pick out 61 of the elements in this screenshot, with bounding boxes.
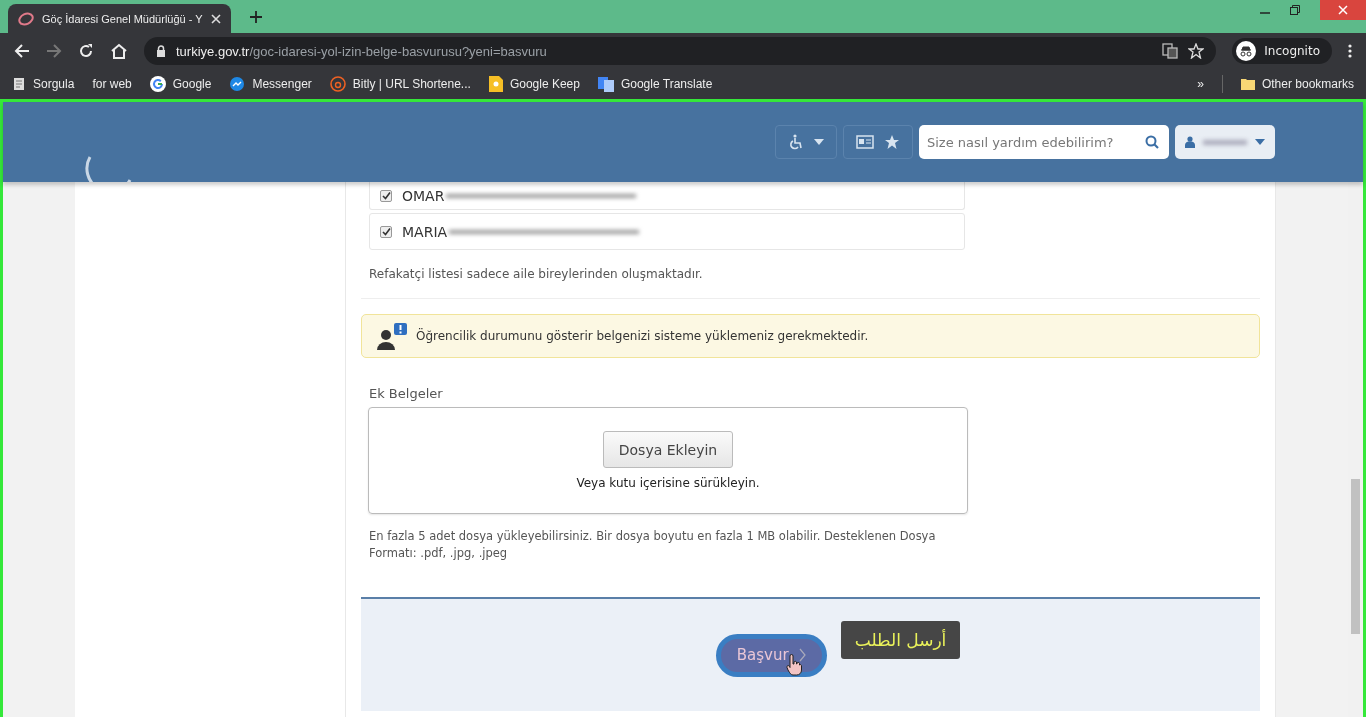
search-field[interactable]: Size nasıl yardım edebilirim? — [919, 125, 1169, 159]
back-icon[interactable] — [14, 43, 30, 59]
drop-hint: Veya kutu içerisine sürükleyin. — [576, 476, 760, 490]
redaction-blur — [1203, 139, 1247, 145]
tab-title: Göç İdaresi Genel Müdürlüğü - Y — [42, 12, 203, 25]
google-icon — [149, 76, 166, 92]
incognito-icon — [1236, 41, 1257, 61]
drop-zone[interactable]: Dosya Ekleyin Veya kutu içerisine sürükleyin. — [368, 407, 968, 514]
caret-icon — [1255, 139, 1265, 145]
close-icon[interactable] — [210, 13, 221, 24]
search-icon[interactable] — [1145, 135, 1159, 149]
bookmark[interactable]: Google Translate — [597, 76, 713, 92]
add-file-button[interactable]: Dosya Ekleyin — [602, 431, 734, 468]
user-icon — [1185, 136, 1195, 148]
bookmark[interactable]: Bitly | URL Shortene... — [329, 76, 471, 92]
star-icon[interactable] — [1188, 43, 1205, 59]
bookmark[interactable]: Google Keep — [488, 76, 580, 92]
reload-icon[interactable] — [78, 43, 94, 59]
star-icon — [884, 134, 900, 150]
messenger-icon — [229, 76, 246, 92]
new-tab-icon[interactable] — [248, 9, 263, 24]
id-card-button[interactable] — [843, 125, 913, 159]
bookmark[interactable]: Sorgula — [12, 77, 75, 91]
note-icon — [488, 76, 503, 92]
other-bookmarks[interactable]: Other bookmarks — [1240, 77, 1354, 91]
close-icon — [1338, 5, 1348, 15]
accessibility-button[interactable] — [775, 125, 837, 159]
person-alert-icon — [374, 322, 408, 350]
forward-icon[interactable] — [46, 43, 62, 59]
alert-text: Öğrencilik durumunu gösterir belgenizi sisteme yüklemeniz gerekmektedir. — [416, 329, 869, 343]
bookmark[interactable]: for web — [92, 77, 132, 91]
checkbox[interactable] — [380, 189, 392, 202]
lock-icon — [156, 45, 166, 57]
folder-icon — [1240, 77, 1255, 91]
url-text: turkiye.gov.tr/goc-idaresi-yol-izin-belge-basvurusu?yeni=basvuru — [176, 43, 547, 59]
profile-button[interactable]: Incognito — [1232, 38, 1332, 64]
scrollbar-thumb[interactable] — [1351, 479, 1360, 634]
more-bookmarks-button[interactable]: » — [1197, 77, 1204, 91]
companion-name: MARIA — [402, 223, 448, 240]
restore-icon[interactable] — [1290, 5, 1300, 15]
address-bar[interactable]: turkiye.gov.tr/goc-idaresi-yol-izin-belge-basvurusu?yeni=basvuru — [144, 37, 1217, 65]
wheelchair-icon — [788, 134, 804, 150]
attachments-label: Ek Belgeler — [369, 386, 444, 401]
id-card-icon — [856, 135, 874, 149]
browser-tab[interactable]: Göç İdaresi Genel Müdürlüğü - Y — [8, 4, 231, 33]
bitly-icon — [329, 76, 346, 92]
translate-icon — [597, 76, 614, 92]
user-menu-button[interactable] — [1175, 125, 1275, 159]
companion-name: OMAR — [402, 187, 445, 204]
bookmark[interactable]: Google — [149, 76, 212, 92]
translate-icon[interactable] — [1162, 43, 1179, 59]
caret-icon — [814, 139, 824, 145]
tooltip: أرسل الطلب — [840, 621, 961, 659]
bookmark[interactable]: Messenger — [229, 76, 312, 92]
chevron-icon — [798, 648, 806, 662]
companions-note: Refakatçi listesi sadece aile bireylerinden oluşmaktadır. — [369, 267, 704, 281]
help-text: En fazla 5 adet dosya yükleyebilirsiniz. Bir dosya boyutu en fazla 1 MB olabilir. Desteklenen Dosya Formatı: .pdf, .jpg, .jpeg — [369, 528, 937, 562]
menu-icon[interactable] — [1348, 44, 1352, 58]
document-icon — [12, 77, 26, 91]
home-icon[interactable] — [110, 43, 128, 59]
checkbox[interactable] — [380, 225, 392, 238]
